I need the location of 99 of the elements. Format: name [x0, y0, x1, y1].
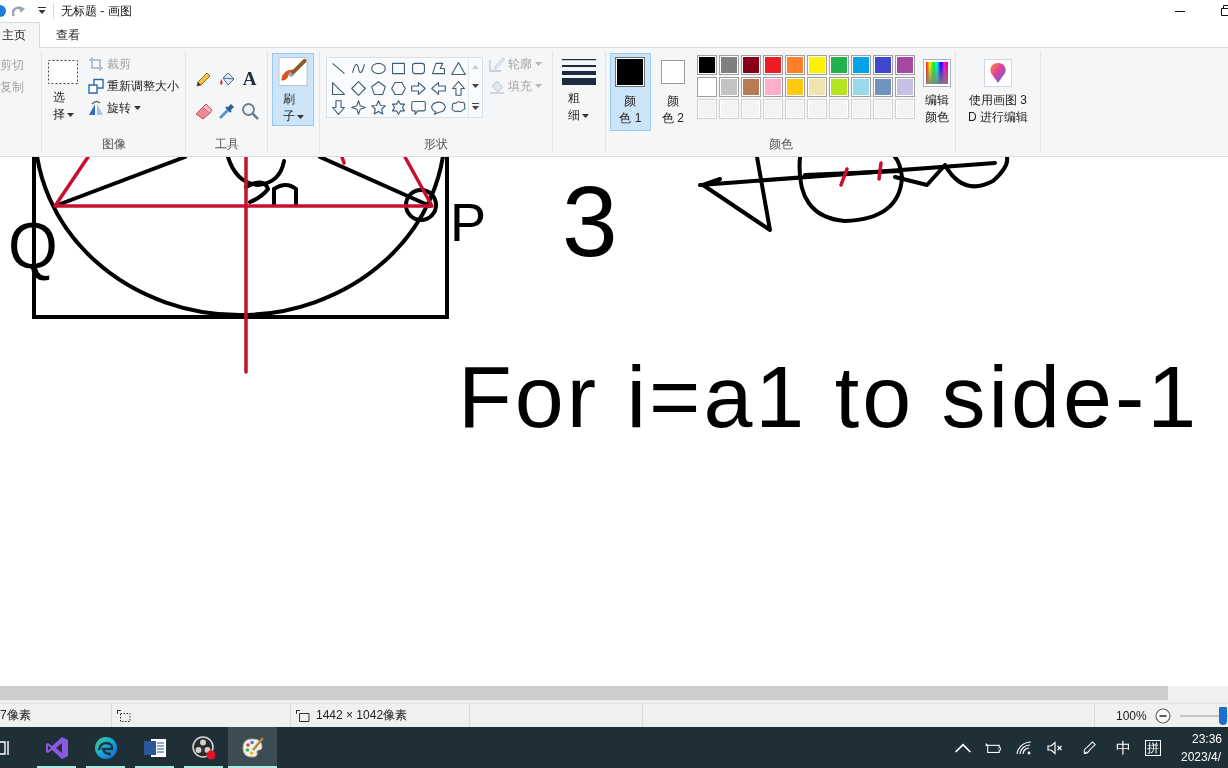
image-size-icon	[296, 709, 310, 722]
zoom-out-icon[interactable]	[1154, 707, 1171, 724]
paint-drop-icon	[984, 59, 1012, 87]
swatch-icon[interactable]	[697, 55, 718, 75]
rounded-callout-icon[interactable]	[409, 99, 427, 117]
triangle-icon[interactable]	[449, 60, 467, 78]
swatch-icon[interactable]	[873, 77, 894, 97]
swatch-icon[interactable]	[763, 77, 784, 97]
ribbon-tab[interactable]: 查看	[40, 22, 96, 48]
handwritten-digit: 3	[562, 171, 618, 271]
image-size: 1442 × 1042像素	[316, 707, 408, 724]
swatch-icon[interactable]	[697, 77, 718, 97]
recording-logo-icon	[191, 735, 216, 760]
right-arrow-icon[interactable]	[409, 79, 427, 97]
swatch-icon[interactable]	[873, 55, 894, 75]
pencil-icon[interactable]	[194, 70, 213, 88]
swatch-icon[interactable]	[719, 55, 740, 75]
battery-icon[interactable]	[985, 740, 1001, 755]
input-language-indicator[interactable]: 中	[1115, 738, 1131, 757]
rotate-icon	[88, 100, 104, 116]
scrollbar-thumb[interactable]	[0, 686, 1168, 700]
swatch-icon[interactable]	[895, 55, 916, 75]
task-view-icon[interactable]	[0, 739, 10, 756]
rotate-button[interactable]: 旋转	[88, 97, 141, 119]
handwritten-label: P	[450, 195, 487, 249]
input-mode-indicator[interactable]: 拼	[1145, 739, 1161, 756]
expand-gallery-icon[interactable]	[472, 102, 479, 110]
swatch-icon[interactable]	[851, 77, 872, 97]
fill-icon	[489, 78, 505, 94]
clock-date[interactable]: 2023/4/	[1168, 747, 1228, 766]
swatch-icon[interactable]	[829, 77, 850, 97]
right-triangle-icon[interactable]	[329, 79, 347, 97]
swatch-icon[interactable]	[719, 77, 740, 97]
eyedropper-icon[interactable]	[217, 102, 236, 120]
resize-button[interactable]: 重新调整大小	[88, 75, 179, 97]
primary-color-button[interactable]: 颜色 1	[610, 53, 651, 131]
group-label: 形状	[424, 135, 448, 153]
swatch-icon[interactable]	[807, 55, 828, 75]
selection-icon	[48, 60, 78, 84]
swatch-icon[interactable]	[741, 77, 762, 97]
group-label: 图像	[101, 135, 126, 153]
swatch-icon[interactable]	[829, 55, 850, 75]
swatch-icon[interactable]	[851, 55, 872, 75]
oval-callout-icon[interactable]	[429, 99, 447, 117]
edit-colors-button[interactable]: 编辑颜色	[919, 53, 955, 129]
brush-icon	[278, 57, 308, 86]
cursor-position: 7像素	[0, 707, 31, 724]
swatch-icon[interactable]	[895, 77, 916, 97]
outline-icon	[489, 56, 505, 72]
swatch-icon[interactable]	[807, 77, 828, 97]
semicircle-icon[interactable]	[0, 5, 6, 17]
selection-size-icon	[117, 709, 131, 722]
clock-time[interactable]: 23:36	[1168, 729, 1228, 748]
pen-icon[interactable]	[1081, 740, 1097, 755]
paint-app-button[interactable]	[228, 727, 277, 768]
resize-icon	[88, 78, 104, 94]
caret-icon	[535, 62, 542, 66]
zoom-slider-thumb[interactable]	[1218, 706, 1227, 725]
brushes-button[interactable]: 刷子	[272, 53, 314, 126]
swatch-icon[interactable]	[785, 55, 806, 75]
swatch-icon[interactable]	[741, 55, 762, 75]
spectrum-icon	[923, 59, 952, 87]
zoom-percent: 100%	[1116, 708, 1147, 723]
magnifier-icon[interactable]	[240, 102, 259, 120]
diamond-icon[interactable]	[349, 79, 367, 97]
six-point-star-icon[interactable]	[389, 99, 407, 117]
ribbon-tab[interactable]: 主页	[0, 22, 40, 48]
down-arrow-icon[interactable]	[329, 99, 347, 117]
caret-icon	[535, 84, 542, 88]
eraser-icon[interactable]	[194, 102, 213, 120]
window-title: 无标题 - 画图	[61, 2, 132, 20]
muted-speaker-icon[interactable]	[1047, 740, 1063, 755]
group-label: 颜色	[768, 135, 793, 153]
minimize-icon[interactable]	[1175, 10, 1185, 12]
star-icon[interactable]	[369, 99, 387, 117]
secondary-color-button[interactable]: 颜色 2	[652, 53, 694, 131]
wifi-icon[interactable]	[1016, 740, 1032, 755]
text-tool-button[interactable]: A	[242, 69, 257, 89]
customize-menu-icon[interactable]	[38, 7, 46, 15]
swatch-icon[interactable]	[785, 77, 806, 97]
select-button[interactable]: 选择	[46, 53, 80, 131]
line-width-icon	[561, 59, 596, 85]
palette-icon	[240, 735, 265, 760]
restore-icon[interactable]	[1221, 4, 1228, 16]
up-arrow-icon[interactable]	[449, 79, 467, 97]
group-label: 工具	[214, 135, 239, 153]
line-width-button[interactable]: 粗细	[556, 53, 601, 129]
left-arrow-icon[interactable]	[429, 79, 447, 97]
infinity-logo-icon	[44, 735, 69, 760]
paint-bucket-icon[interactable]	[217, 70, 236, 88]
handwritten-text: For i=a1 to side-1	[458, 353, 1200, 441]
scroll-down-icon[interactable]	[472, 84, 479, 88]
hexagon-icon[interactable]	[389, 79, 407, 97]
swirl-logo-icon	[93, 735, 118, 760]
paint-3d-button[interactable]: 使用画图 3D 进行编辑	[960, 53, 1036, 129]
swatch-icon[interactable]	[763, 55, 784, 75]
pentagon-icon[interactable]	[369, 79, 387, 97]
four-point-star-icon[interactable]	[349, 99, 367, 117]
crop-icon	[88, 56, 104, 72]
